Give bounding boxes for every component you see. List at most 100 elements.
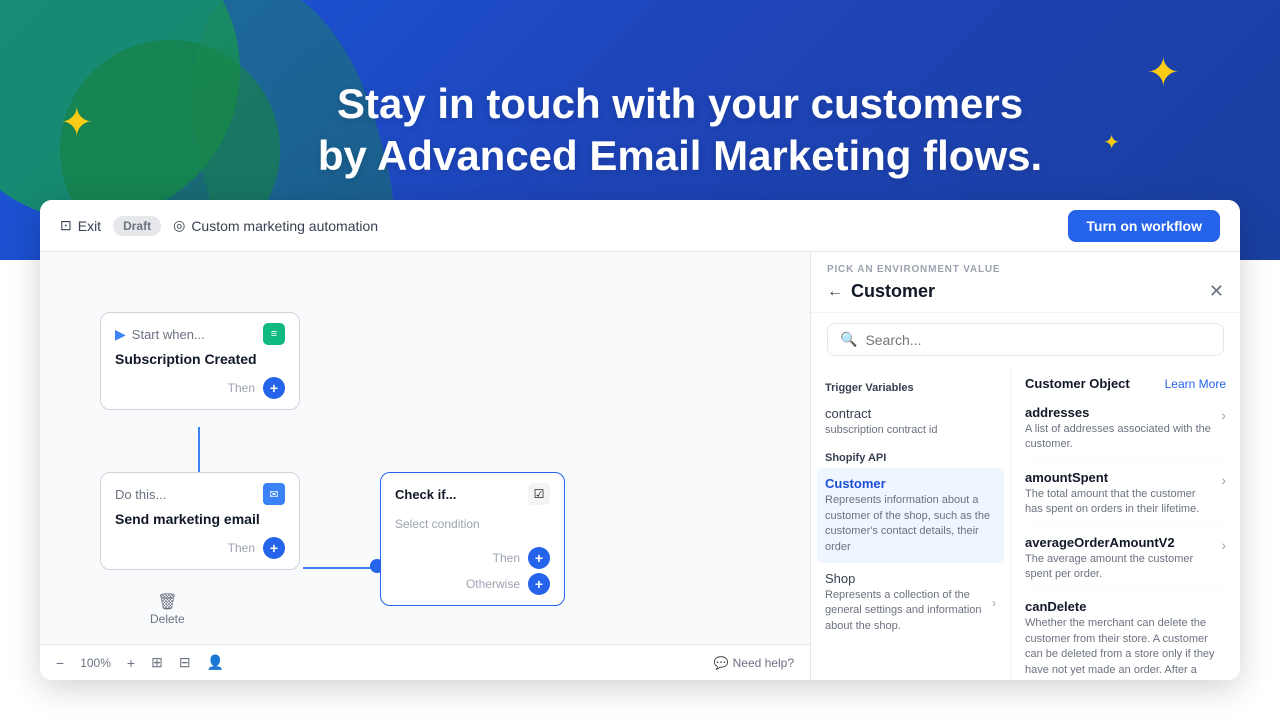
bottom-bar: − 100% + ⊞ ⊟ 👤 💬 Need help? <box>40 644 810 680</box>
turn-on-button[interactable]: Turn on workflow <box>1068 210 1220 242</box>
zoom-level: 100% <box>80 656 111 670</box>
fit-screen-icon[interactable]: ⊞ <box>151 654 163 671</box>
canDelete-desc: Whether the merchant can delete the cust… <box>1025 616 1226 680</box>
help-icon: 💬 <box>714 656 729 670</box>
back-arrow-button[interactable]: ← <box>827 283 843 301</box>
panel-body: Trigger Variables contract subscription … <box>811 366 1240 680</box>
email-node-icon: ✉ <box>263 483 285 505</box>
action-header: Do this... ✉ <box>115 483 285 505</box>
then-branch-label: Then <box>493 551 520 565</box>
exit-button[interactable]: ⊡ Exit <box>60 217 101 234</box>
then-branch-row: Then + <box>395 547 550 569</box>
shopify-section-label: Shopify API <box>811 446 1010 468</box>
canDelete-name: canDelete <box>1025 599 1226 614</box>
back-row: ← Customer <box>827 281 935 302</box>
topbar-left: ⊡ Exit Draft ◎ Custom marketing automati… <box>60 216 378 236</box>
amountSpent-content: amountSpent The total amount that the cu… <box>1025 470 1213 518</box>
shop-item-desc: Represents a collection of the general s… <box>825 588 992 634</box>
averageOrderAmountV2-desc: The average amount the customer spent pe… <box>1025 552 1213 583</box>
add-step-button[interactable]: + <box>263 377 285 399</box>
panel-right: Customer Object Learn More addresses A l… <box>1011 366 1240 680</box>
need-help[interactable]: 💬 Need help? <box>714 656 794 670</box>
then-row-action: Then + <box>115 537 285 559</box>
trigger-icon: ≡ <box>263 323 285 345</box>
workflow-window: ⊡ Exit Draft ◎ Custom marketing automati… <box>40 200 1240 680</box>
zoom-in-icon[interactable]: + <box>127 655 135 671</box>
action-header-left: Do this... <box>115 487 166 502</box>
action-node: Do this... ✉ Send marketing email Then + <box>100 472 300 570</box>
zoom-out-icon[interactable]: − <box>56 655 64 671</box>
averageOrderAmountV2-content: averageOrderAmountV2 The average amount … <box>1025 535 1213 583</box>
learn-more-link[interactable]: Learn More <box>1165 377 1226 391</box>
amountSpent-desc: The total amount that the customer has s… <box>1025 487 1213 518</box>
person-icon[interactable]: 👤 <box>207 654 224 671</box>
close-panel-button[interactable]: ✕ <box>1209 281 1224 302</box>
otherwise-plus-button[interactable]: + <box>528 573 550 595</box>
select-condition[interactable]: Select condition <box>395 513 550 535</box>
trigger-section-label: Trigger Variables <box>811 376 1010 398</box>
right-section-header: Customer Object Learn More <box>1025 376 1226 391</box>
start-node: ▶ Start when... ≡ Subscription Created T… <box>100 312 300 410</box>
canDelete-row[interactable]: canDelete Whether the merchant can delet… <box>1025 591 1226 680</box>
addresses-row[interactable]: addresses A list of addresses associated… <box>1025 397 1226 462</box>
then-plus-button[interactable]: + <box>528 547 550 569</box>
addresses-desc: A list of addresses associated with the … <box>1025 422 1213 453</box>
action-title: Send marketing email <box>115 511 285 527</box>
add-step-button-2[interactable]: + <box>263 537 285 559</box>
panel-left: Trigger Variables contract subscription … <box>811 366 1011 680</box>
node-header-left: ▶ Start when... <box>115 326 205 343</box>
delete-icon: 🗑 <box>157 592 177 612</box>
draft-badge: Draft <box>113 216 161 236</box>
panel-header: PICK AN ENVIRONMENT VALUE ← Customer ✕ <box>811 252 1240 313</box>
then-label-start: Then <box>228 381 255 395</box>
customer-item[interactable]: Customer Represents information about a … <box>817 468 1004 563</box>
search-icon: 🔍 <box>840 331 857 348</box>
star-large-icon: ✦ <box>60 100 94 146</box>
node-header: ▶ Start when... ≡ <box>115 323 285 345</box>
otherwise-branch-row: Otherwise + <box>395 573 550 595</box>
trigger-title: Subscription Created <box>115 351 285 367</box>
grid-icon[interactable]: ⊟ <box>179 654 191 671</box>
shop-item-arrow: › <box>992 596 996 610</box>
check-label: Check if... <box>395 487 456 502</box>
exit-label: Exit <box>78 218 101 234</box>
shop-item-content: Shop Represents a collection of the gene… <box>825 571 992 634</box>
contract-name: contract <box>825 406 996 421</box>
play-icon: ▶ <box>115 326 126 343</box>
averageOrderAmountV2-arrow: › <box>1221 537 1226 553</box>
right-section-title: Customer Object <box>1025 376 1130 391</box>
panel-title-row: ← Customer ✕ <box>827 281 1224 302</box>
addresses-content: addresses A list of addresses associated… <box>1025 405 1213 453</box>
start-label: Start when... <box>132 327 205 342</box>
canDelete-content: canDelete Whether the merchant can delet… <box>1025 599 1226 680</box>
search-box: 🔍 <box>827 323 1224 356</box>
then-row-start: Then + <box>115 377 285 399</box>
hero-line2: by Advanced Email Marketing flows. <box>318 132 1042 179</box>
amountSpent-name: amountSpent <box>1025 470 1213 485</box>
star-small-icon: ✦ <box>1103 130 1120 155</box>
star-right-icon: ✦ <box>1146 50 1180 96</box>
exit-icon: ⊡ <box>60 217 72 234</box>
amountSpent-row[interactable]: amountSpent The total amount that the cu… <box>1025 462 1226 527</box>
averageOrderAmountV2-name: averageOrderAmountV2 <box>1025 535 1213 550</box>
contract-item[interactable]: contract subscription contract id <box>811 398 1010 446</box>
delete-button-area[interactable]: 🗑 Delete <box>150 592 185 626</box>
delete-label: Delete <box>150 612 185 626</box>
branch-rows: Then + Otherwise + <box>395 547 550 595</box>
addresses-name: addresses <box>1025 405 1213 420</box>
main-content: ▶ Start when... ≡ Subscription Created T… <box>40 252 1240 680</box>
pick-label: PICK AN ENVIRONMENT VALUE <box>827 264 1224 275</box>
do-this-label: Do this... <box>115 487 166 502</box>
addresses-arrow: › <box>1221 407 1226 423</box>
averageOrderAmountV2-row[interactable]: averageOrderAmountV2 The average amount … <box>1025 527 1226 592</box>
automation-title: ◎ Custom marketing automation <box>173 217 378 234</box>
topbar: ⊡ Exit Draft ◎ Custom marketing automati… <box>40 200 1240 252</box>
workflow-canvas: ▶ Start when... ≡ Subscription Created T… <box>40 252 810 680</box>
amountSpent-arrow: › <box>1221 472 1226 488</box>
otherwise-branch-label: Otherwise <box>466 577 520 591</box>
help-label: Need help? <box>733 656 794 670</box>
contract-desc: subscription contract id <box>825 423 996 438</box>
search-input[interactable] <box>865 332 1211 348</box>
customer-item-name: Customer <box>825 476 996 491</box>
shop-item[interactable]: Shop Represents a collection of the gene… <box>811 563 1010 642</box>
